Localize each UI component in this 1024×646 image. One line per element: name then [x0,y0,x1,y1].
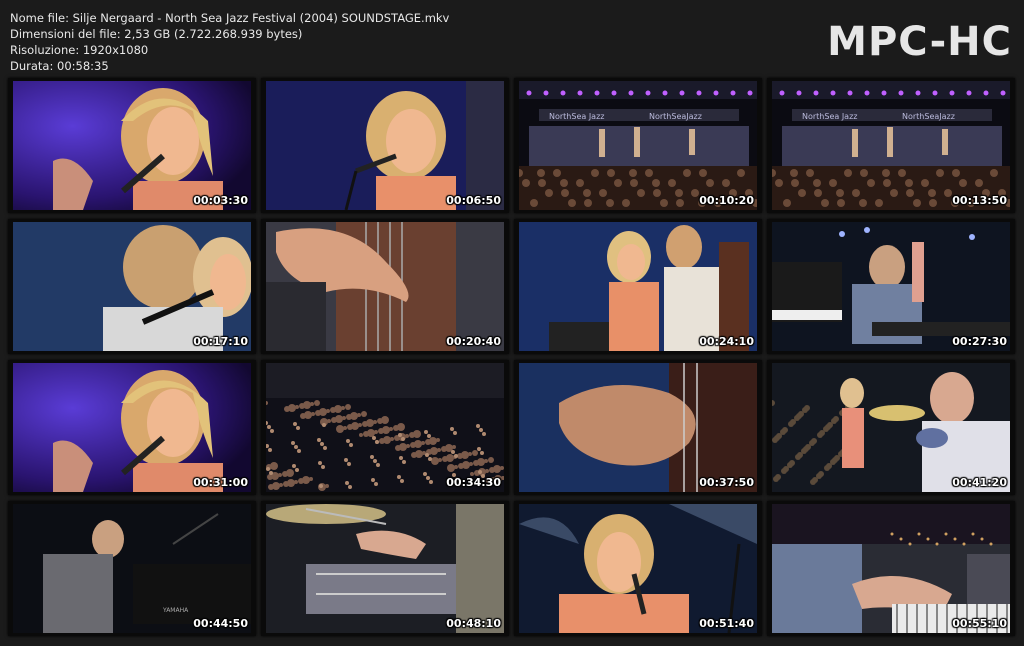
frame-picture [772,363,1010,492]
thumbnail-frame: 00:17:10 [8,219,256,354]
thumbnail-frame: 00:06:50 [261,78,509,213]
video-frame-image [266,504,504,633]
timestamp-label: 00:31:00 [193,476,248,489]
thumbnail-frame: YAMAHA 00:44:50 [8,501,256,636]
video-frame-image [519,222,757,351]
video-frame-image [519,363,757,492]
svg-text:NorthSeaJazz: NorthSeaJazz [902,112,955,121]
video-frame-image: NorthSea Jazz NorthSeaJazz [772,81,1010,210]
frame-picture [519,504,757,633]
svg-text:NorthSea Jazz: NorthSea Jazz [802,112,857,121]
file-name-text: Nome file: Silje Nergaard - North Sea Ja… [10,11,450,25]
video-frame-image [13,222,251,351]
thumbnail-frame: NorthSea Jazz NorthSeaJazz 00:10:20 [514,78,762,213]
timestamp-label: 00:48:10 [446,617,501,630]
video-frame-image [266,222,504,351]
video-frame-image [13,81,251,210]
svg-text:NorthSea Jazz: NorthSea Jazz [549,112,604,121]
thumbnail-frame: 00:48:10 [261,501,509,636]
video-frame-image [13,363,251,492]
thumbnail-frame: 00:34:30 [261,360,509,495]
frame-picture [266,81,504,210]
thumbnail-grid: 00:03:30 00:06:50 NorthSea Jazz NorthSea… [8,78,1016,636]
thumbnail-frame: 00:20:40 [261,219,509,354]
file-size-text: Dimensioni del file: 2,53 GB (2.722.268.… [10,27,303,41]
timestamp-label: 00:51:40 [699,617,754,630]
svg-text:YAMAHA: YAMAHA [162,607,189,614]
svg-text:NorthSeaJazz: NorthSeaJazz [649,112,702,121]
thumbnail-frame: 00:41:20 [767,360,1015,495]
timestamp-label: 00:03:30 [193,194,248,207]
video-frame-image [519,504,757,633]
timestamp-label: 00:34:30 [446,476,501,489]
thumbnail-frame: 00:24:10 [514,219,762,354]
frame-picture: NorthSea Jazz NorthSeaJazz [519,81,757,210]
timestamp-label: 00:06:50 [446,194,501,207]
frame-picture [13,222,251,351]
video-frame-image: NorthSea Jazz NorthSeaJazz [519,81,757,210]
timestamp-label: 00:24:10 [699,335,754,348]
timestamp-label: 00:27:30 [952,335,1007,348]
frame-picture [13,363,251,492]
frame-picture [266,363,504,492]
video-frame-image [266,81,504,210]
frame-picture [519,222,757,351]
thumbnail-frame: 00:03:30 [8,78,256,213]
timestamp-label: 00:10:20 [699,194,754,207]
timestamp-label: 00:17:10 [193,335,248,348]
thumbnail-frame: 00:51:40 [514,501,762,636]
timestamp-label: 00:41:20 [952,476,1007,489]
video-frame-image: YAMAHA [13,504,251,633]
video-frame-image [772,363,1010,492]
timestamp-label: 00:55:10 [952,617,1007,630]
timestamp-label: 00:20:40 [446,335,501,348]
frame-picture [519,363,757,492]
frame-picture [772,504,1010,633]
timestamp-label: 00:13:50 [952,194,1007,207]
file-info-panel: Nome file: Silje Nergaard - North Sea Ja… [10,10,449,74]
thumbnail-frame: 00:31:00 [8,360,256,495]
thumbnail-frame: 00:37:50 [514,360,762,495]
frame-picture [13,81,251,210]
thumbnail-frame: NorthSea Jazz NorthSeaJazz 00:13:50 [767,78,1015,213]
mpc-hc-logo: MPC-HC [827,19,1012,65]
video-frame-image [266,363,504,492]
frame-picture [266,504,504,633]
frame-picture [772,222,1010,351]
timestamp-label: 00:44:50 [193,617,248,630]
thumbnail-frame: 00:27:30 [767,219,1015,354]
frame-picture: YAMAHA [13,504,251,633]
timestamp-label: 00:37:50 [699,476,754,489]
resolution-text: Risoluzione: 1920x1080 [10,43,149,57]
video-frame-image [772,222,1010,351]
duration-text: Durata: 00:58:35 [10,59,109,73]
thumbnail-frame: 00:55:10 [767,501,1015,636]
frame-picture [266,222,504,351]
video-frame-image [772,504,1010,633]
frame-picture: NorthSea Jazz NorthSeaJazz [772,81,1010,210]
